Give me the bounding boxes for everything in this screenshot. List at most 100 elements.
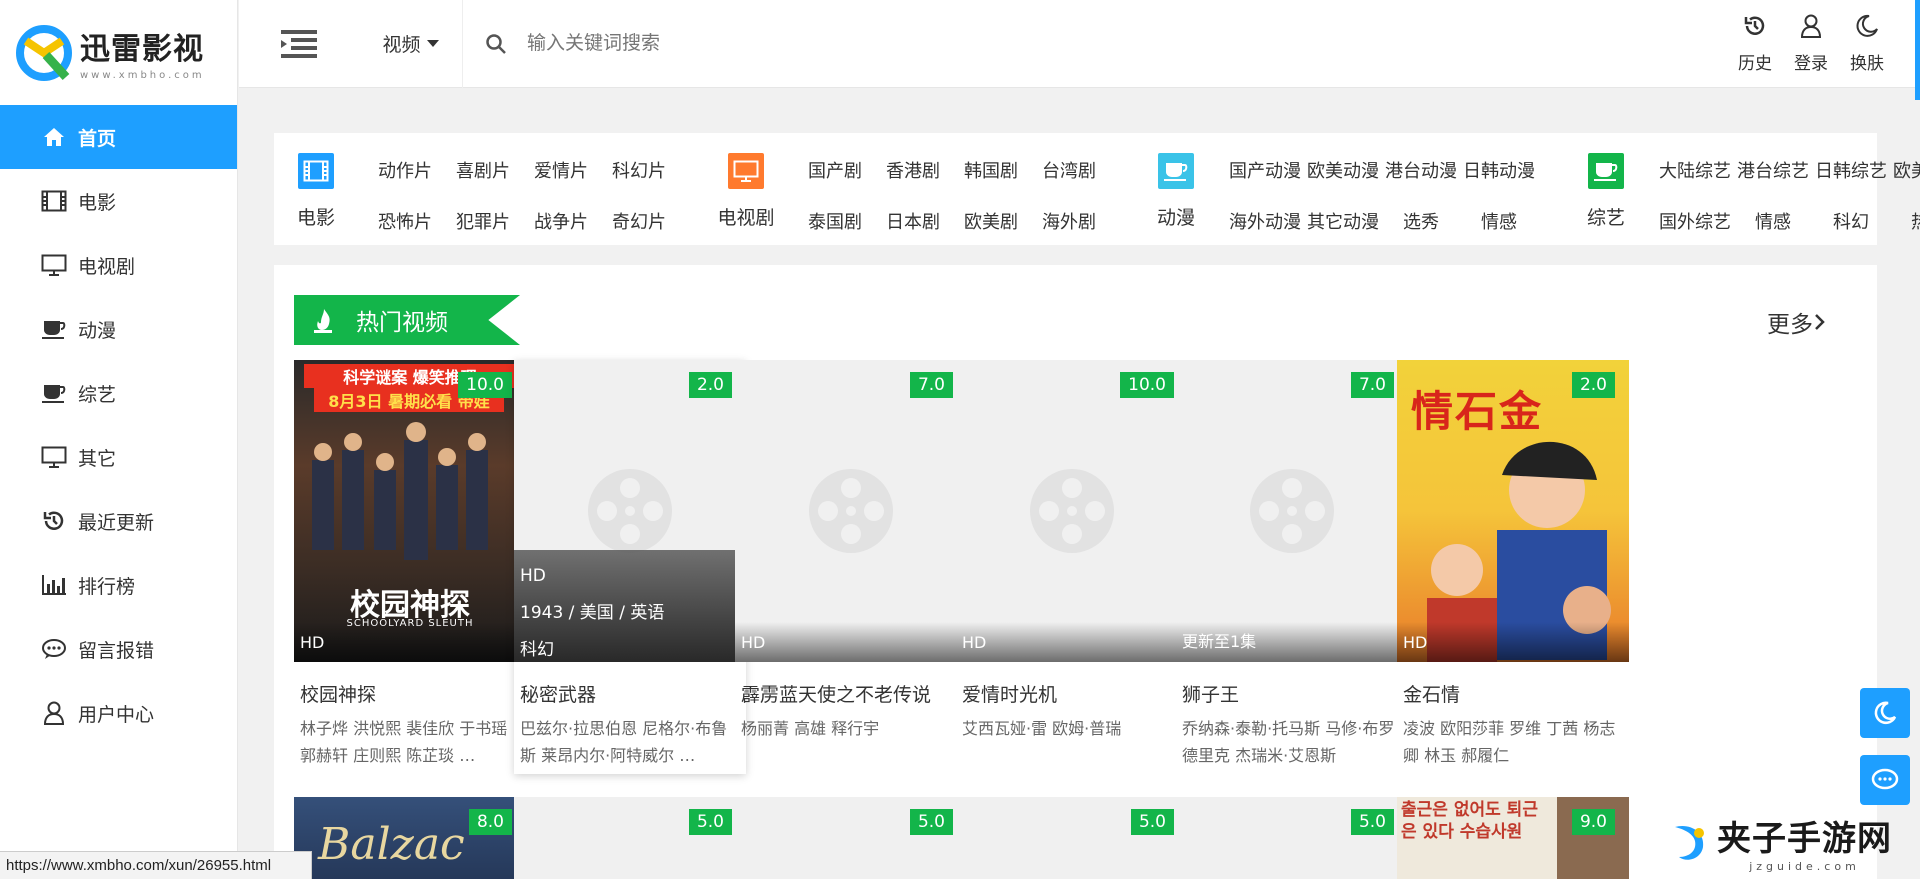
- category-link[interactable]: 海外剧: [1030, 208, 1108, 245]
- category-link[interactable]: 大陆综艺: [1656, 157, 1734, 194]
- category-link[interactable]: 日韩综艺: [1812, 157, 1890, 194]
- category-link[interactable]: 动作片: [366, 157, 444, 194]
- category-link[interactable]: 港台动漫: [1382, 157, 1460, 194]
- video-card[interactable]: 7.0 更新至1集 狮子王 乔纳森·泰勒·托马斯 马修·布罗德里克 杰瑞米·艾恩斯: [1176, 360, 1408, 769]
- sidebar-item-4[interactable]: 综艺: [0, 361, 237, 425]
- category-link[interactable]: 情感: [1734, 208, 1812, 245]
- video-poster[interactable]: 7.0 HD: [735, 360, 967, 662]
- feedback-button[interactable]: [1860, 755, 1910, 805]
- film-icon: [40, 189, 68, 213]
- sidebar-item-9[interactable]: 用户中心: [0, 681, 237, 745]
- video-title[interactable]: 狮子王: [1182, 680, 1408, 707]
- video-title[interactable]: 金石情: [1403, 680, 1629, 707]
- category-head[interactable]: 综艺: [1584, 153, 1628, 245]
- category-link[interactable]: 情感: [1460, 208, 1538, 245]
- video-title[interactable]: 校园神探: [300, 680, 526, 707]
- sidebar-item-7[interactable]: 排行榜: [0, 553, 237, 617]
- category-link[interactable]: 国产剧: [796, 157, 874, 194]
- video-card[interactable]: 5.0: [956, 797, 1188, 879]
- search-input[interactable]: [527, 32, 1027, 55]
- category-link[interactable]: 泰国剧: [796, 208, 874, 245]
- video-poster[interactable]: 7.0 更新至1集: [1176, 360, 1408, 662]
- menu-toggle-button[interactable]: [259, 0, 339, 88]
- more-link[interactable]: 更多: [1767, 305, 1827, 339]
- category-head[interactable]: 电影: [294, 153, 338, 245]
- video-poster[interactable]: 科学谜案 爆笑推理 8月3日 暑期必看 带娃 校园神探 SCHOOLYARD S…: [294, 360, 526, 662]
- sidebar-item-2[interactable]: 电视剧: [0, 233, 237, 297]
- sidebar-item-8[interactable]: 留言报错: [0, 617, 237, 681]
- video-card[interactable]: 科学谜案 爆笑推理 8月3日 暑期必看 带娃 校园神探 SCHOOLYARD S…: [294, 360, 526, 769]
- video-poster[interactable]: 情石金 2.0 HD: [1397, 360, 1629, 662]
- film-reel-placeholder-icon: [1030, 469, 1114, 553]
- poster-shade: [735, 622, 967, 662]
- category-link[interactable]: 欧美综艺: [1890, 157, 1920, 194]
- video-card[interactable]: 7.0 HD 霹雳蓝天使之不老传说 杨丽菁 高雄 释行宇: [735, 360, 967, 769]
- logo-subtitle: www.xmbho.com: [80, 70, 205, 81]
- header-action-2[interactable]: 换肤: [1839, 14, 1895, 74]
- category-link[interactable]: 海外动漫: [1226, 208, 1304, 245]
- video-poster[interactable]: 5.0: [956, 797, 1188, 879]
- hot-videos-tag: 热门视频: [294, 295, 520, 345]
- video-card[interactable]: 情石金 2.0 HD 金石情 凌波 欧阳莎菲 罗维 丁茜 杨志卿 林玉 郝履仁: [1397, 360, 1629, 769]
- category-link[interactable]: 恐怖片: [366, 208, 444, 245]
- video-title[interactable]: 爱情时光机: [962, 680, 1188, 707]
- category-link[interactable]: 奇幻片: [600, 208, 678, 245]
- sidebar-item-0[interactable]: 首页: [0, 105, 237, 169]
- hover-info-overlay: HD 1943 / 美国 / 英语 科幻: [514, 550, 746, 662]
- category-link[interactable]: 喜剧片: [444, 157, 522, 194]
- scrollbar-edge[interactable]: [1915, 0, 1920, 100]
- header-action-0[interactable]: 历史: [1727, 14, 1783, 74]
- video-poster[interactable]: 5.0: [514, 797, 746, 879]
- video-card[interactable]: 10.0 HD 爱情时光机 艾西瓦娅·雷 欧姆·普瑞: [956, 360, 1188, 769]
- video-card[interactable]: 5.0: [735, 797, 967, 879]
- category-link[interactable]: 选秀: [1382, 208, 1460, 245]
- poster-shade: [956, 622, 1188, 662]
- sidebar-item-5[interactable]: 其它: [0, 425, 237, 489]
- category-link[interactable]: 日本剧: [874, 208, 952, 245]
- sidebar-item-6[interactable]: 最近更新: [0, 489, 237, 553]
- category-link[interactable]: 爱情片: [522, 157, 600, 194]
- video-card[interactable]: 2.0 HD 1943 / 美国 / 英语 科幻 秘密武器 巴兹尔·拉思伯恩 尼格尔·…: [514, 360, 746, 774]
- video-poster[interactable]: 출근은 없어도 퇴근은 있다 수습사원 9.0: [1397, 797, 1629, 879]
- theme-toggle-button[interactable]: [1860, 688, 1910, 738]
- category-link[interactable]: 国产动漫: [1226, 157, 1304, 194]
- search-icon[interactable]: [485, 33, 507, 55]
- category-link[interactable]: 战争片: [522, 208, 600, 245]
- sidebar-item-label: 留言报错: [78, 639, 155, 662]
- category-link[interactable]: 韩国剧: [952, 157, 1030, 194]
- video-poster[interactable]: Balzac 8.0: [294, 797, 526, 879]
- category-link[interactable]: 科幻片: [600, 157, 678, 194]
- category-link[interactable]: 日韩动漫: [1460, 157, 1538, 194]
- site-logo[interactable]: 迅雷影视 www.xmbho.com: [0, 0, 237, 105]
- video-poster[interactable]: 2.0 HD 1943 / 美国 / 英语 科幻: [514, 360, 746, 662]
- category-link[interactable]: 科幻: [1812, 208, 1890, 245]
- category-link[interactable]: 其它动漫: [1304, 208, 1382, 245]
- video-poster[interactable]: 10.0 HD: [956, 360, 1188, 662]
- video-title[interactable]: 霹雳蓝天使之不老传说: [741, 680, 967, 707]
- category-link[interactable]: 台湾剧: [1030, 157, 1108, 194]
- category-head[interactable]: 动漫: [1154, 153, 1198, 245]
- sidebar-item-3[interactable]: 动漫: [0, 297, 237, 361]
- video-title[interactable]: 秘密武器: [520, 680, 746, 707]
- category-link[interactable]: 热血: [1890, 208, 1920, 245]
- video-card[interactable]: 5.0: [1176, 797, 1408, 879]
- video-poster[interactable]: 5.0: [1176, 797, 1408, 879]
- logo-title: 迅雷影视: [80, 32, 204, 67]
- category-head[interactable]: 电视剧: [718, 153, 775, 245]
- header-action-1[interactable]: 登录: [1783, 14, 1839, 74]
- category-link[interactable]: 欧美动漫: [1304, 157, 1382, 194]
- video-poster[interactable]: 5.0: [735, 797, 967, 879]
- category-link[interactable]: 国外综艺: [1656, 208, 1734, 245]
- video-card[interactable]: Balzac 8.0: [294, 797, 526, 879]
- category-link[interactable]: 欧美剧: [952, 208, 1030, 245]
- video-card[interactable]: 5.0: [514, 797, 746, 879]
- category-link[interactable]: 香港剧: [874, 157, 952, 194]
- sidebar-item-label: 首页: [78, 127, 117, 150]
- category-group: 综艺 大陆综艺港台综艺日韩综艺欧美综艺国外综艺情感科幻热血: [1584, 153, 1920, 245]
- category-panel: 电影 动作片 喜剧片 爱情片 科幻片恐怖片 犯罪片 战争片 奇幻片 电视剧 国产剧 香港剧 韩国剧 台湾…: [274, 133, 1920, 245]
- sidebar-item-1[interactable]: 电影: [0, 169, 237, 233]
- video-card[interactable]: 출근은 없어도 퇴근은 있다 수습사원 9.0: [1397, 797, 1629, 879]
- category-link[interactable]: 犯罪片: [444, 208, 522, 245]
- category-select[interactable]: 视频: [359, 0, 463, 88]
- category-link[interactable]: 港台综艺: [1734, 157, 1812, 194]
